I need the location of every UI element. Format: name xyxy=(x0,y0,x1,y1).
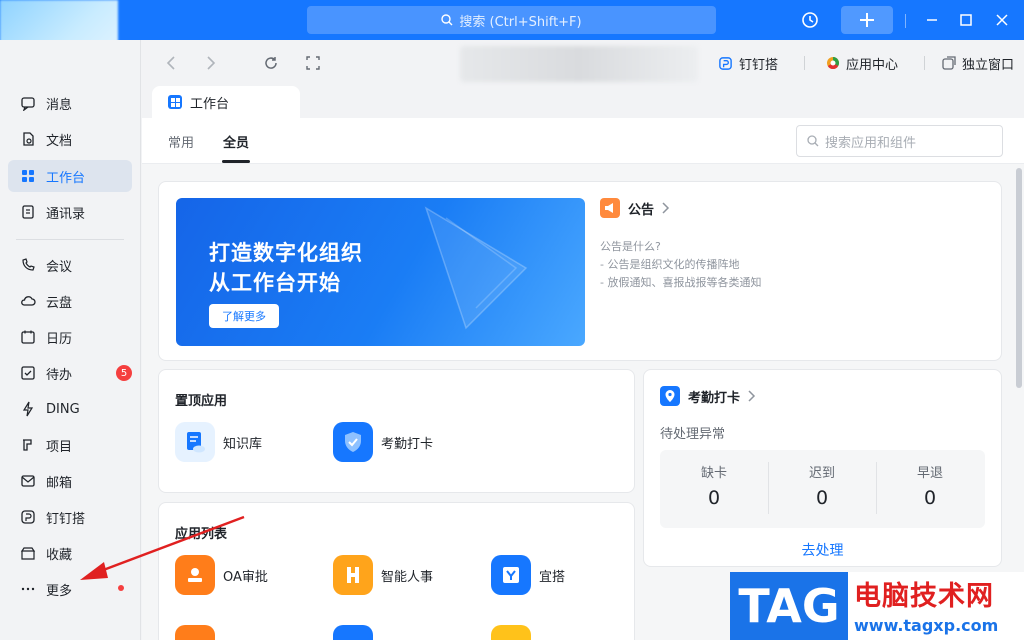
watermark-logo: TAG xyxy=(730,572,848,640)
site-watermark: TAG 电脑技术网 www.tagxp.com xyxy=(730,572,1024,640)
watermark-url: www.tagxp.com xyxy=(854,616,999,635)
watermark-site-name: 电脑技术网 xyxy=(854,581,994,612)
annotation-arrow xyxy=(80,515,245,580)
